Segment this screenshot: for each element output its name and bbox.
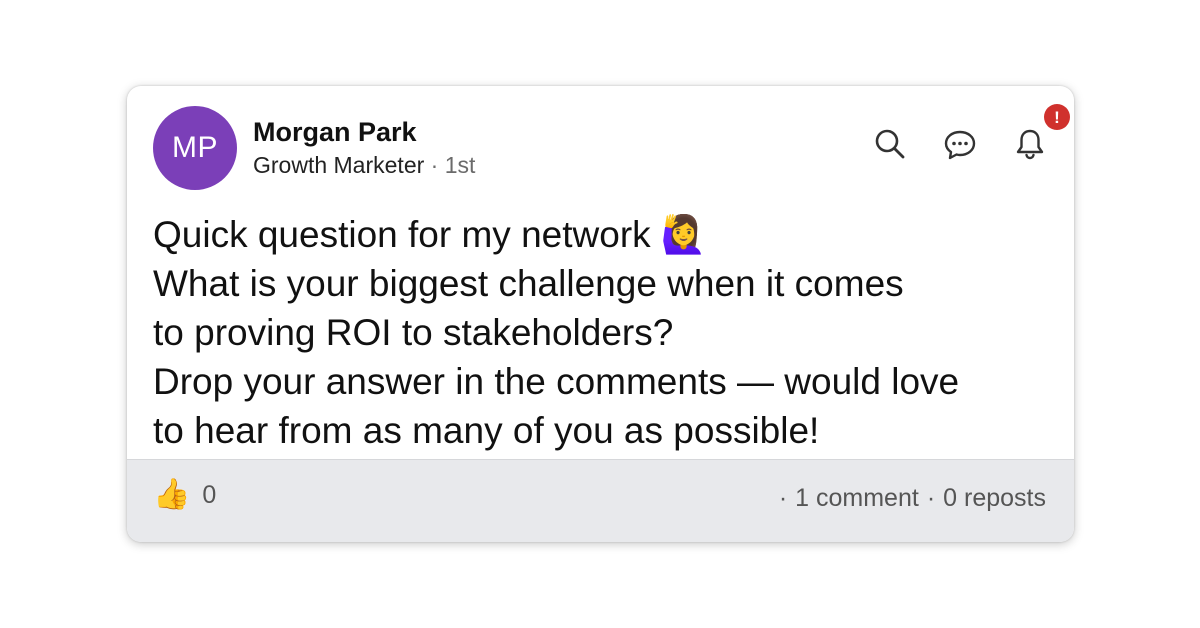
notification-badge: ! [1044,104,1070,130]
reposts-count[interactable]: 0 reposts [943,484,1046,513]
search-icon [875,129,905,159]
bell-icon [1016,129,1044,160]
header-actions: ! [872,104,1070,164]
author-headline: Growth Marketer [253,152,425,178]
engagement-stats: · 1 comment · 0 reposts [779,484,1046,513]
avatar[interactable]: MP [153,106,237,190]
post-line: Quick question for my network 🙋‍♀️ [153,214,707,255]
search-button[interactable] [872,126,908,162]
post-text: Quick question for my network 🙋‍♀️ What … [153,210,1053,455]
post-line: What is your biggest challenge when it c… [153,263,904,304]
post-line: Drop your answer in the comments — would… [153,361,960,402]
stat-separator: · [778,484,788,512]
comments-count[interactable]: 1 comment [795,484,919,513]
author-name[interactable]: Morgan Park [253,116,475,148]
stat-separator: · [926,484,936,512]
reactions-count[interactable]: 👍 0 [153,480,216,510]
thumbs-up-icon: 👍 [153,478,191,511]
notifications-button[interactable]: ! [1012,104,1070,162]
post-line: to proving ROI to stakeholders? [153,312,674,353]
reaction-count: 0 [202,480,217,509]
meta-separator: · [430,152,439,178]
connection-degree: 1st [444,152,476,178]
post-card: MP Morgan Park Growth Marketer · 1st ! Q… [127,86,1074,542]
messaging-button[interactable] [942,126,978,162]
post-line: to hear from as many of you as possible! [153,410,820,451]
author-meta: Growth Marketer · 1st [253,150,475,180]
author-info: Morgan Park Growth Marketer · 1st [253,116,475,180]
message-icon [944,130,976,160]
social-counts-bar: 👍 0 · 1 comment · 0 reposts [127,459,1074,542]
post-header: MP Morgan Park Growth Marketer · 1st ! [153,104,1070,192]
